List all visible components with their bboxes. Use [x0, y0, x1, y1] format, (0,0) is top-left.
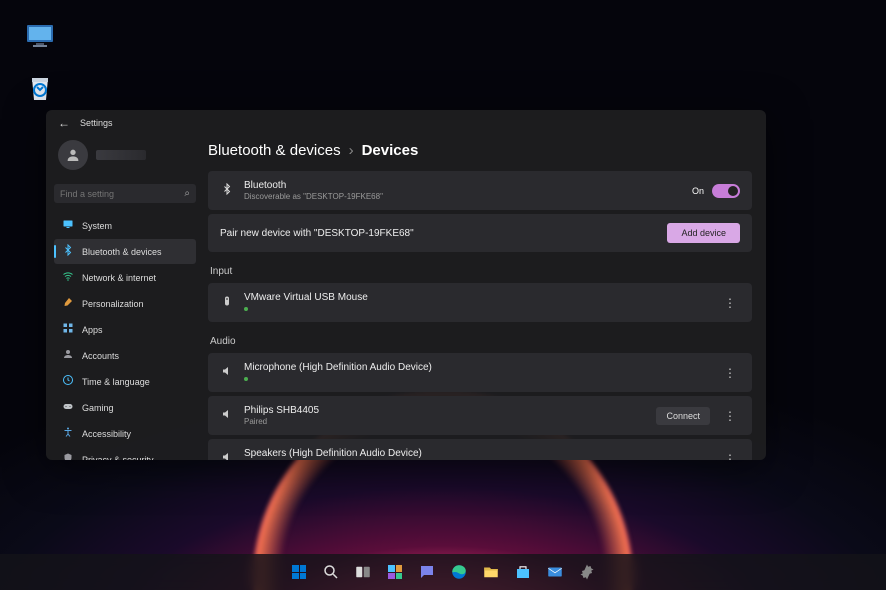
- taskbar: [0, 554, 886, 590]
- sidebar-item-label: Apps: [82, 325, 103, 335]
- bluetooth-subtitle: Discoverable as "DESKTOP-19FKE68": [244, 192, 682, 201]
- pair-text: Pair new device with "DESKTOP-19FKE68": [220, 228, 657, 239]
- device-name: Microphone (High Definition Audio Device…: [244, 362, 710, 373]
- bluetooth-icon: [220, 183, 234, 198]
- add-device-button[interactable]: Add device: [667, 223, 740, 243]
- taskbar-chat[interactable]: [414, 559, 440, 585]
- bluetooth-title: Bluetooth: [244, 180, 682, 191]
- breadcrumb-parent[interactable]: Bluetooth & devices: [208, 142, 341, 159]
- sidebar-item-label: System: [82, 221, 112, 231]
- sidebar-item-label: Time & language: [82, 377, 150, 387]
- windows-icon: [292, 565, 306, 579]
- search-box[interactable]: ⌕: [54, 184, 196, 203]
- sidebar-item-system[interactable]: System: [54, 213, 196, 238]
- taskbar-mail[interactable]: [542, 559, 568, 585]
- settings-window: ← Settings ⌕ System Bluetooth & devices Ne…: [46, 110, 766, 460]
- user-row[interactable]: [54, 136, 196, 180]
- audio-device-row[interactable]: Microphone (High Definition Audio Device…: [208, 353, 752, 392]
- privacy-icon: [62, 452, 74, 460]
- input-device-row[interactable]: VMware Virtual USB Mouse ⋮: [208, 283, 752, 322]
- input-device-icon: [220, 294, 234, 311]
- wifi-icon: [62, 270, 74, 285]
- taskbar-store[interactable]: [510, 559, 536, 585]
- sidebar-item-accounts[interactable]: Accounts: [54, 343, 196, 368]
- section-input: Input: [208, 256, 752, 283]
- audio-device-icon: [220, 365, 234, 380]
- audio-device-row[interactable]: Philips SHB4405Paired Connect ⋮: [208, 396, 752, 435]
- taskbar-search[interactable]: [318, 559, 344, 585]
- audio-device-icon: [220, 451, 234, 460]
- taskbar-widgets[interactable]: [382, 559, 408, 585]
- sidebar-item-apps[interactable]: Apps: [54, 317, 196, 342]
- chevron-right-icon: ›: [349, 142, 354, 159]
- sidebar-item-label: Privacy & security: [82, 455, 154, 461]
- device-status: Paired: [244, 417, 646, 426]
- user-name-redacted: [96, 150, 146, 160]
- taskbar-settings[interactable]: [574, 559, 600, 585]
- more-icon[interactable]: ⋮: [720, 296, 740, 310]
- audio-device-row[interactable]: Speakers (High Definition Audio Device) ⋮: [208, 439, 752, 460]
- titlebar: ← Settings: [46, 110, 766, 136]
- gaming-icon: [62, 400, 74, 415]
- bluetooth-icon: [62, 244, 74, 259]
- section-audio: Audio: [208, 326, 752, 353]
- desktop-icon-this-pc[interactable]: [24, 20, 56, 52]
- sidebar-item-label: Accounts: [82, 351, 119, 361]
- pair-device-card: Pair new device with "DESKTOP-19FKE68" A…: [208, 214, 752, 252]
- sidebar-item-gaming[interactable]: Gaming: [54, 395, 196, 420]
- device-name: VMware Virtual USB Mouse: [244, 292, 710, 303]
- status-dot: [244, 377, 248, 381]
- back-button[interactable]: ←: [58, 116, 70, 130]
- widgets-icon: [388, 565, 402, 579]
- device-name: Philips SHB4405: [244, 405, 646, 416]
- connect-button[interactable]: Connect: [656, 407, 710, 425]
- sidebar-item-privacy[interactable]: Privacy & security: [54, 447, 196, 460]
- time-icon: [62, 374, 74, 389]
- brush-icon: [62, 296, 74, 311]
- start-button[interactable]: [286, 559, 312, 585]
- sidebar: ⌕ System Bluetooth & devices Network & int…: [46, 136, 204, 460]
- main-content: Bluetooth & devices › Devices Bluetooth …: [204, 136, 766, 460]
- more-icon[interactable]: ⋮: [720, 409, 740, 423]
- search-icon: ⌕: [184, 188, 190, 199]
- avatar: [58, 140, 88, 170]
- accessibility-icon: [62, 426, 74, 441]
- taskbar-edge[interactable]: [446, 559, 472, 585]
- taskbar-task-view[interactable]: [350, 559, 376, 585]
- desktop-icon-recycle-bin[interactable]: [24, 72, 56, 104]
- system-icon: [62, 218, 74, 233]
- sidebar-item-bluetooth[interactable]: Bluetooth & devices: [54, 239, 196, 264]
- sidebar-item-brush[interactable]: Personalization: [54, 291, 196, 316]
- apps-icon: [62, 322, 74, 337]
- status-dot: [244, 307, 248, 311]
- device-name: Speakers (High Definition Audio Device): [244, 448, 710, 459]
- sidebar-item-accessibility[interactable]: Accessibility: [54, 421, 196, 446]
- sidebar-item-label: Gaming: [82, 403, 114, 413]
- bluetooth-state-label: On: [692, 186, 704, 196]
- sidebar-item-label: Bluetooth & devices: [82, 247, 162, 257]
- more-icon[interactable]: ⋮: [720, 452, 740, 461]
- taskbar-explorer[interactable]: [478, 559, 504, 585]
- accounts-icon: [62, 348, 74, 363]
- sidebar-item-time[interactable]: Time & language: [54, 369, 196, 394]
- sidebar-item-wifi[interactable]: Network & internet: [54, 265, 196, 290]
- app-title: Settings: [80, 118, 113, 128]
- audio-device-icon: [220, 408, 234, 423]
- sidebar-item-label: Network & internet: [82, 273, 156, 283]
- breadcrumb-current: Devices: [362, 142, 419, 159]
- breadcrumb: Bluetooth & devices › Devices: [208, 136, 752, 171]
- nav-list: System Bluetooth & devices Network & inter…: [54, 213, 196, 460]
- sidebar-item-label: Accessibility: [82, 429, 131, 439]
- search-input[interactable]: [60, 189, 184, 199]
- bluetooth-card[interactable]: Bluetooth Discoverable as "DESKTOP-19FKE…: [208, 171, 752, 210]
- bluetooth-toggle[interactable]: [712, 184, 740, 198]
- sidebar-item-label: Personalization: [82, 299, 144, 309]
- more-icon[interactable]: ⋮: [720, 366, 740, 380]
